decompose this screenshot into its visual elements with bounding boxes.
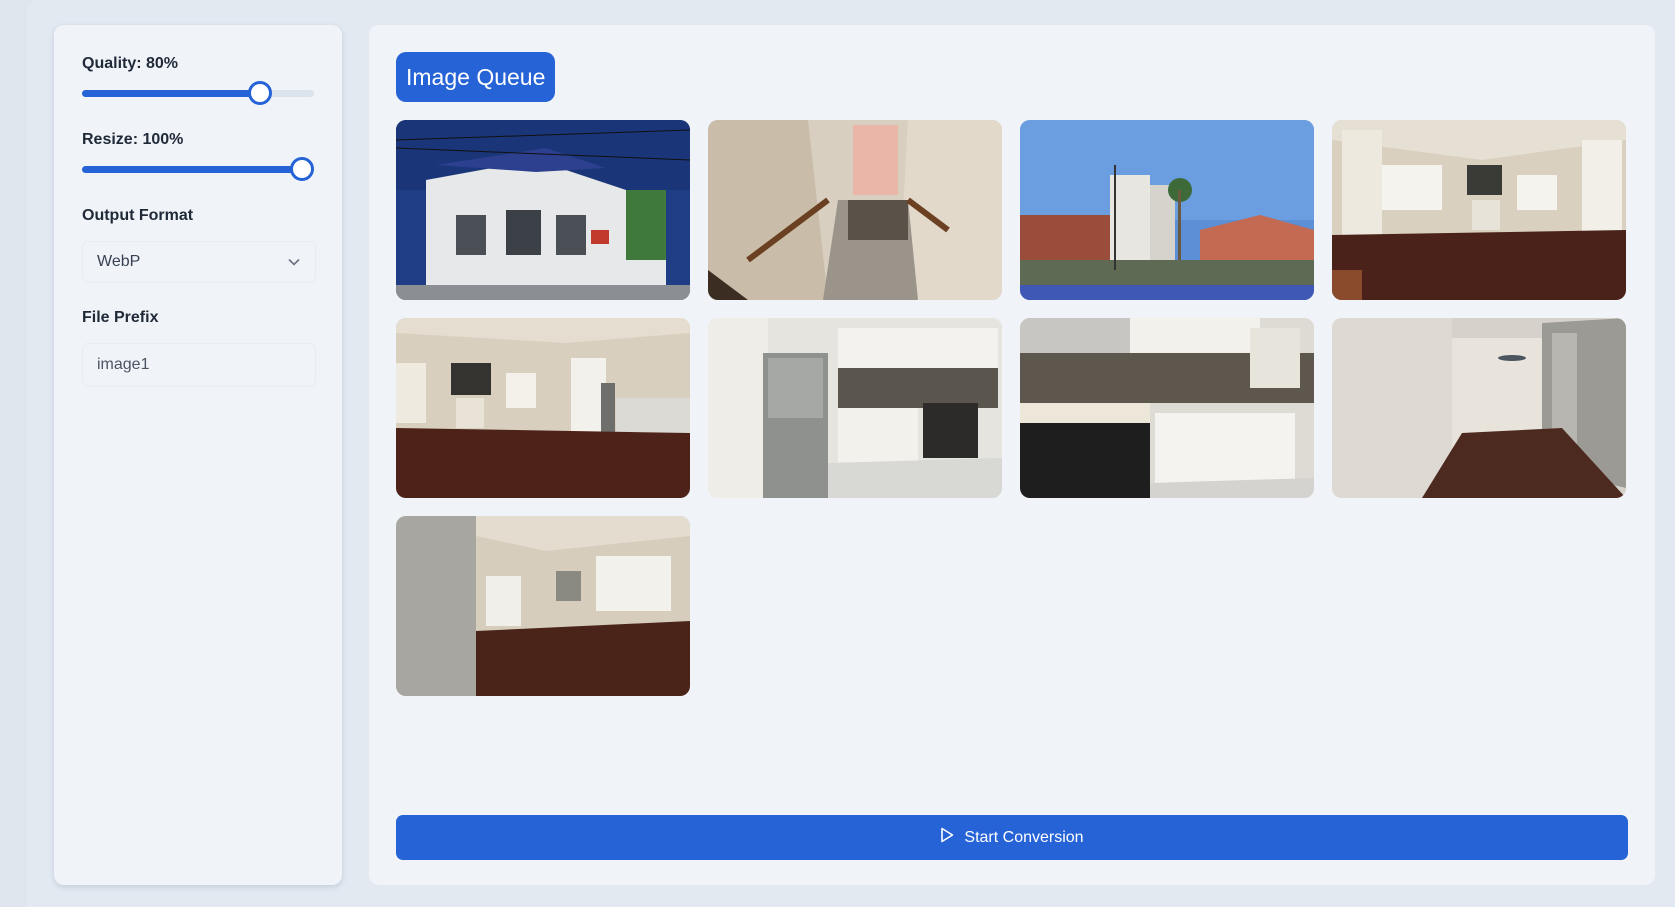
quality-slider-thumb[interactable] bbox=[248, 81, 273, 105]
image-thumbnail-kitchen-stove[interactable] bbox=[1020, 318, 1314, 498]
quality-control: Quality: 80% bbox=[82, 55, 314, 105]
image-thumbnail-empty-room[interactable] bbox=[1332, 318, 1626, 498]
output-format-label: Output Format bbox=[82, 207, 194, 224]
image-queue-panel: Image Queue Start Conversion bbox=[369, 25, 1655, 885]
image-thumbnail-living-room-kitchen[interactable] bbox=[396, 318, 690, 498]
image-thumbnail-living-room-windows[interactable] bbox=[396, 516, 690, 696]
image-thumbnail-house-exterior[interactable] bbox=[396, 120, 690, 300]
image-thumbnail-street-view[interactable] bbox=[1020, 120, 1314, 300]
file-prefix-input[interactable] bbox=[82, 343, 316, 387]
image-queue-title: Image Queue bbox=[396, 52, 556, 102]
resize-control: Resize: 100% bbox=[82, 131, 314, 181]
resize-slider-thumb[interactable] bbox=[290, 157, 314, 181]
image-thumbnail-living-room[interactable] bbox=[1332, 120, 1626, 300]
resize-slider[interactable] bbox=[82, 157, 314, 181]
output-format-select[interactable]: WebP bbox=[82, 241, 316, 283]
image-thumbnail-kitchen-fridge[interactable] bbox=[708, 318, 1002, 498]
play-icon bbox=[940, 827, 954, 848]
output-format-value: WebP bbox=[97, 253, 141, 270]
file-prefix-label: File Prefix bbox=[82, 309, 159, 326]
quality-label: Quality: 80% bbox=[82, 55, 179, 72]
quality-slider[interactable] bbox=[82, 81, 314, 105]
settings-sidebar: Quality: 80% Resize: 100% Output Format … bbox=[54, 25, 342, 885]
start-conversion-button[interactable]: Start Conversion bbox=[396, 815, 1628, 860]
resize-label: Resize: 100% bbox=[82, 131, 184, 148]
chevron-down-icon bbox=[287, 255, 301, 269]
file-prefix-control: File Prefix bbox=[82, 309, 316, 387]
resize-slider-fill bbox=[82, 166, 302, 173]
start-conversion-label: Start Conversion bbox=[964, 828, 1084, 846]
quality-slider-fill bbox=[82, 90, 261, 97]
image-thumbnail-staircase[interactable] bbox=[708, 120, 1002, 300]
image-grid bbox=[396, 120, 1626, 696]
output-format-control: Output Format WebP bbox=[82, 207, 316, 283]
